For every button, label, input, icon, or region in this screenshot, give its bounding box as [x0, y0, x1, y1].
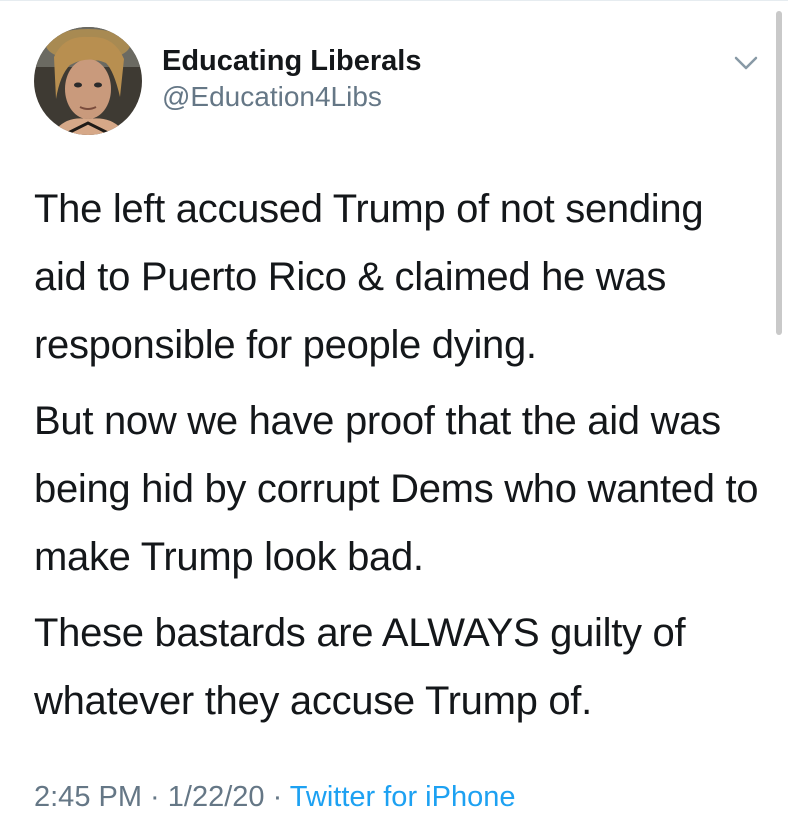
user-handle[interactable]: @Education4Libs [162, 79, 421, 115]
tweet-header: Educating Liberals @Education4Libs [34, 27, 774, 137]
separator: · [142, 781, 168, 813]
tweet-paragraph: The left accused Trump of not sending ai… [34, 187, 704, 367]
scrollbar[interactable] [776, 11, 782, 335]
chevron-down-icon[interactable] [732, 49, 760, 77]
separator: · [264, 781, 290, 813]
avatar-photo [34, 27, 142, 135]
user-names: Educating Liberals @Education4Libs [162, 43, 421, 115]
tweet-footer: 2:45 PM · 1/22/20 · Twitter for iPhone [34, 777, 515, 817]
tweet-date[interactable]: 1/22/20 [168, 781, 265, 813]
tweet-time[interactable]: 2:45 PM [34, 781, 142, 813]
tweet-card: Educating Liberals @Education4Libs The l… [0, 0, 788, 827]
avatar[interactable] [34, 27, 142, 135]
display-name[interactable]: Educating Liberals [162, 43, 421, 79]
tweet-paragraph: These bastards are ALWAYS guilty of what… [34, 611, 686, 723]
tweet-source-link[interactable]: Twitter for iPhone [290, 781, 516, 813]
tweet-text: The left accused Trump of not sending ai… [34, 175, 764, 743]
tweet-paragraph: But now we have proof that the aid was b… [34, 399, 759, 579]
